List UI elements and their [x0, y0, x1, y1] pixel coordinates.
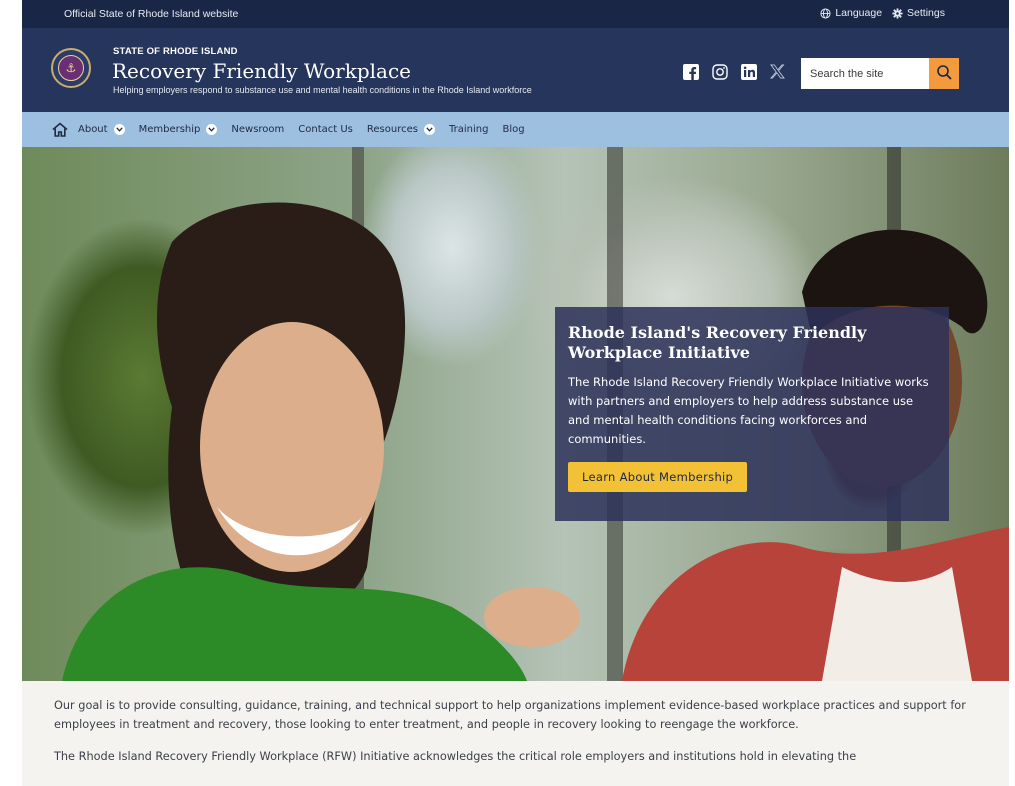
- main-nav: About Membership Newsroom Contact Us Res…: [22, 112, 1009, 147]
- nav-item-label: About: [78, 124, 108, 135]
- nav-item-membership[interactable]: Membership: [139, 124, 218, 135]
- home-icon[interactable]: [52, 122, 68, 137]
- search-box: [801, 58, 959, 89]
- utility-bar: Official State of Rhode Island website L…: [22, 0, 1009, 28]
- chevron-down-icon: [423, 124, 435, 135]
- page-frame: Official State of Rhode Island website L…: [22, 0, 1009, 786]
- nav-item-about[interactable]: About: [78, 124, 125, 135]
- anchor-icon: ⚓: [58, 55, 84, 81]
- nav-item-resources[interactable]: Resources: [367, 124, 435, 135]
- hero-body: The Rhode Island Recovery Friendly Workp…: [568, 375, 929, 446]
- hero-banner: Rhode Island's Recovery Friendly Workpla…: [22, 147, 1009, 681]
- search-icon: [936, 64, 952, 84]
- nav-item-label: Training: [448, 124, 489, 135]
- intro-content: Our goal is to provide consulting, guida…: [22, 681, 1009, 786]
- linkedin-icon[interactable]: [740, 63, 757, 80]
- search-input[interactable]: [801, 58, 929, 89]
- nav-item-contact-us[interactable]: Contact Us: [298, 124, 353, 135]
- utility-links: Language Settings: [820, 7, 945, 19]
- language-button[interactable]: Language: [820, 7, 882, 19]
- nav-item-label: Resources: [366, 124, 418, 135]
- learn-about-membership-button[interactable]: Learn About Membership: [568, 462, 748, 492]
- language-label: Language: [835, 7, 883, 19]
- site-header: ⚓ STATE OF RHODE ISLAND Recovery Friendl…: [22, 28, 1009, 112]
- nav-item-label: Contact Us: [298, 124, 353, 135]
- official-site-text: Official State of Rhode Island website: [64, 8, 239, 20]
- instagram-icon[interactable]: [711, 63, 728, 80]
- hero-heading: Rhode Island's Recovery Friendly Workpla…: [568, 323, 867, 362]
- nav-item-newsroom[interactable]: Newsroom: [231, 124, 284, 135]
- globe-icon: [820, 7, 831, 19]
- chevron-down-icon: [206, 124, 218, 135]
- x-icon[interactable]: [769, 63, 786, 80]
- social-links: [682, 63, 786, 80]
- nav-item-training[interactable]: Training: [449, 124, 488, 135]
- site-title[interactable]: Recovery Friendly Workplace: [112, 59, 411, 83]
- nav-item-label: Blog: [502, 124, 525, 135]
- hero-callout: Rhode Island's Recovery Friendly Workpla…: [555, 307, 949, 521]
- nav-item-label: Newsroom: [231, 124, 285, 135]
- search-button[interactable]: [929, 58, 959, 89]
- gear-icon: [892, 7, 903, 19]
- chevron-down-icon: [113, 124, 125, 135]
- intro-paragraph-1: Our goal is to provide consulting, guida…: [54, 699, 966, 731]
- nav-item-blog[interactable]: Blog: [502, 124, 524, 135]
- intro-paragraph-2: The Rhode Island Recovery Friendly Workp…: [54, 750, 857, 763]
- nav-item-label: Membership: [138, 124, 201, 135]
- site-tagline: Helping employers respond to substance u…: [113, 85, 532, 95]
- state-seal-logo[interactable]: ⚓: [51, 48, 91, 88]
- settings-button[interactable]: Settings: [892, 7, 945, 19]
- brand-eyebrow: STATE OF RHODE ISLAND: [113, 46, 238, 57]
- facebook-icon[interactable]: [682, 63, 699, 80]
- settings-label: Settings: [907, 7, 945, 19]
